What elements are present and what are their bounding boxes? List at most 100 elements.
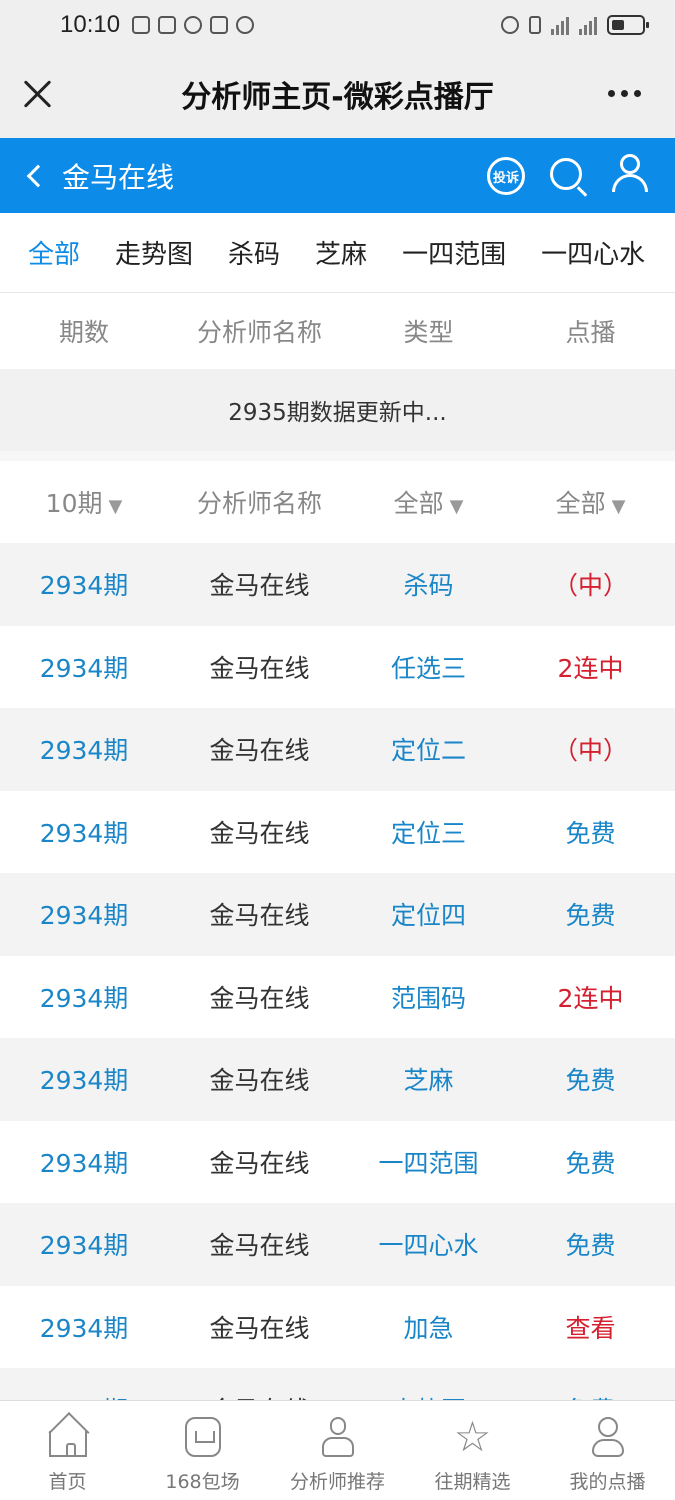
row-analyst: 金马在线 [209, 736, 310, 766]
column-play: 点播 [565, 318, 616, 347]
chevron-down-icon: ▼ [108, 496, 123, 517]
row-status[interactable]: 免费 [506, 1061, 675, 1097]
row-type: 范围码 [390, 983, 466, 1013]
title-bar: 分析师主页-微彩点播厅 [0, 50, 675, 138]
search-icon[interactable] [550, 158, 582, 190]
nav-label: 分析师推荐 [289, 1471, 385, 1493]
filter-row: 10期 ▼ 分析师名称 全部 ▼ 全部 ▼ [0, 461, 675, 543]
row-status[interactable]: 免费 [506, 1391, 675, 1400]
more-icon[interactable] [608, 90, 641, 97]
tab-kill[interactable]: 杀码 [228, 234, 280, 271]
table-row[interactable]: 2934期 金马在线 杀码 （中） [0, 543, 675, 626]
row-type: 走势图 [351, 1391, 506, 1400]
analyst-header: 金马在线 投诉 [0, 138, 675, 213]
status-time: 10:10 [60, 11, 121, 38]
row-status[interactable]: （中） [506, 731, 675, 767]
nav-my[interactable]: 我的点播 [540, 1401, 675, 1500]
translate-icon [210, 16, 229, 34]
period-filter[interactable]: 10期 ▼ [0, 484, 168, 520]
nav-label: 168包场 [165, 1471, 240, 1493]
table-row[interactable]: 2934期 金马在线 定位三 免费 [0, 790, 675, 873]
row-status[interactable]: （中） [506, 566, 675, 602]
crown-icon [184, 1417, 221, 1457]
row-analyst: 金马在线 [209, 901, 310, 931]
alarm-icon [501, 16, 519, 34]
row-type: 任选三 [390, 653, 466, 683]
row-status[interactable]: 免费 [506, 814, 675, 850]
row-period: 2934期 [39, 983, 129, 1013]
tab-trend[interactable]: 走势图 [115, 234, 193, 271]
row-status[interactable]: 查看 [506, 1309, 675, 1345]
close-icon[interactable] [22, 78, 54, 110]
row-period: 2934期 [39, 901, 129, 931]
type-filter[interactable]: 全部 ▼ [351, 484, 506, 520]
row-period: 2934期 [39, 736, 129, 766]
user-icon[interactable] [610, 154, 650, 194]
signal-icon [551, 15, 569, 35]
table-row[interactable]: 2934期 金马在线 一四心水 免费 [0, 1203, 675, 1286]
nav-home[interactable]: 首页 [0, 1401, 135, 1500]
wechat-icon [236, 16, 255, 34]
tab-heart[interactable]: 一四心水 [541, 234, 645, 271]
row-analyst: 金马在线 [209, 983, 310, 1013]
row-type: 一四范围 [378, 1148, 479, 1178]
row-period: 2934期 [39, 1231, 129, 1261]
bottom-nav: 首页 168包场 分析师推荐 ☆ 往期精选 我的点播 [0, 1400, 675, 1500]
table-row[interactable]: 2934期 金马在线 范围码 2连中 [0, 955, 675, 1038]
row-period: 2934期 [39, 818, 129, 848]
tab-all[interactable]: 全部 [28, 234, 80, 271]
table-row[interactable]: 2934期 金马在线 定位二 （中） [0, 708, 675, 791]
tab-range[interactable]: 一四范围 [402, 234, 506, 271]
row-status[interactable]: 免费 [506, 1226, 675, 1262]
row-status[interactable]: 2连中 [506, 979, 675, 1015]
row-status[interactable]: 免费 [506, 896, 675, 932]
play-filter[interactable]: 全部 ▼ [506, 484, 675, 520]
nav-analyst[interactable]: 分析师推荐 [270, 1401, 405, 1500]
table-row[interactable]: 2934期 金马在线 任选三 2连中 [0, 625, 675, 708]
table-row[interactable]: 2934期 金马在线 芝麻 免费 [0, 1038, 675, 1121]
notification-icon [158, 16, 177, 34]
analyst-filter-label: 分析师名称 [196, 489, 322, 518]
analyst-title[interactable]: 金马在线 [62, 156, 174, 196]
row-type: 定位四 [390, 901, 466, 931]
row-analyst: 金马在线 [209, 1066, 310, 1096]
system-icons [501, 15, 649, 35]
play-filter-label: 全部 [555, 489, 606, 518]
row-period: 2934期 [39, 1148, 129, 1178]
table-row[interactable]: 2934期 金马在线 定位四 免费 [0, 873, 675, 956]
row-period: 2934期 [39, 653, 129, 683]
star-icon: ☆ [453, 1412, 492, 1461]
page-title: 分析师主页-微彩点播厅 [181, 80, 494, 115]
back-icon[interactable] [26, 164, 50, 187]
table-header: 期数 分析师名称 类型 点播 [0, 293, 675, 369]
row-analyst: 金马在线 [209, 571, 310, 601]
row-type: 加急 [403, 1313, 454, 1343]
row-period: 2934期 [0, 1391, 168, 1400]
profile-icon [591, 1417, 624, 1457]
nav-history[interactable]: ☆ 往期精选 [405, 1401, 540, 1500]
table-row[interactable]: 2934期 金马在线 一四范围 免费 [0, 1120, 675, 1203]
row-status[interactable]: 免费 [506, 1144, 675, 1180]
battery-icon [607, 15, 649, 35]
status-bar: 10:10 [0, 0, 675, 50]
row-status[interactable]: 2连中 [506, 649, 675, 685]
nav-label: 往期精选 [434, 1471, 511, 1493]
column-analyst: 分析师名称 [196, 318, 322, 347]
category-tabs: 全部 走势图 杀码 芝麻 一四范围 一四心水 [0, 213, 675, 293]
row-analyst: 金马在线 [209, 1313, 310, 1343]
table-row[interactable]: 2934期金马在线走势图免费 [0, 1368, 675, 1400]
complain-button[interactable]: 投诉 [487, 157, 525, 195]
row-analyst: 金马在线 [209, 818, 310, 848]
table-row[interactable]: 2934期 金马在线 加急 查看 [0, 1285, 675, 1368]
row-analyst: 金马在线 [209, 1231, 310, 1261]
tab-sesame[interactable]: 芝麻 [315, 234, 367, 271]
signal-4g-icon [579, 15, 597, 35]
record-list: 2934期 金马在线 杀码 （中） 2934期 金马在线 任选三 2连中 2934期 金马在线 定位… [0, 543, 675, 1400]
home-icon [48, 1431, 87, 1457]
row-period: 2934期 [39, 571, 129, 601]
row-type: 芝麻 [403, 1066, 454, 1096]
row-period: 2934期 [39, 1313, 129, 1343]
type-filter-label: 全部 [393, 489, 444, 518]
update-notice: 2935期数据更新中... [0, 369, 675, 451]
nav-168[interactable]: 168包场 [135, 1401, 270, 1500]
